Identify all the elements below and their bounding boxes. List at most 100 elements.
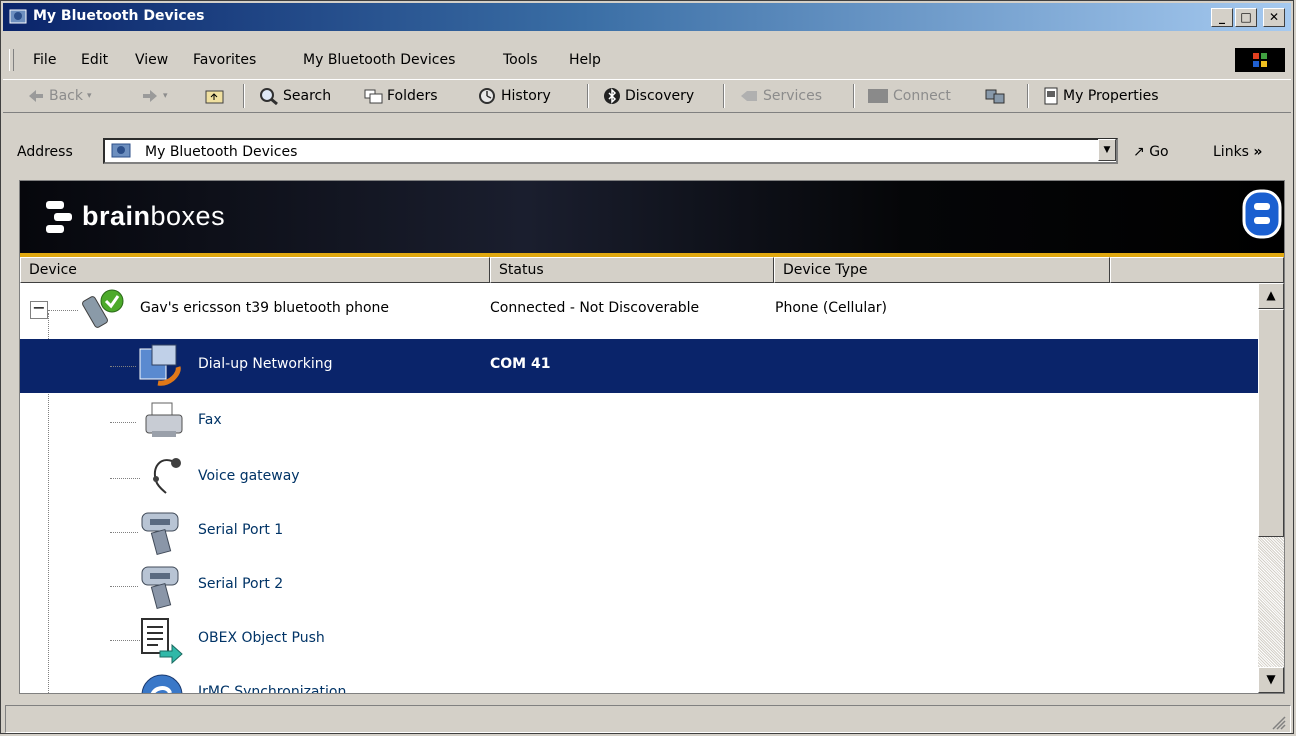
toolbar-separator [1027, 84, 1029, 108]
scroll-down-button[interactable]: ▼ [1258, 667, 1284, 693]
toolbar-separator [853, 84, 855, 108]
history-button[interactable]: History [477, 86, 551, 106]
menubar-grip[interactable] [9, 49, 14, 71]
forward-dropdown-icon[interactable]: ▾ [163, 91, 168, 101]
device-status: Connected - Not Discoverable [490, 300, 700, 316]
bluetooth-devices-icon [111, 143, 131, 158]
brainboxes-logo-mark-icon [46, 201, 72, 233]
close-button[interactable]: ✕ [1263, 8, 1285, 27]
go-button[interactable]: ↗ Go [1133, 144, 1169, 160]
content-pane: brainboxes Device Status Device Type − G… [19, 180, 1285, 694]
back-dropdown-icon[interactable]: ▾ [87, 91, 92, 101]
toolbar-separator [587, 84, 589, 108]
column-header-device[interactable]: Device [20, 257, 490, 283]
tree-line [110, 422, 136, 423]
brainboxes-banner: brainboxes [20, 181, 1284, 257]
title-bar[interactable]: My Bluetooth Devices _ □ ✕ [3, 3, 1291, 31]
serial-port-icon [141, 512, 179, 556]
headset-icon [153, 458, 181, 494]
address-dropdown-button[interactable]: ▼ [1098, 139, 1116, 161]
service-label: Dial-up Networking [198, 356, 333, 372]
connect-icon [868, 89, 888, 103]
fax-icon [145, 402, 183, 437]
toolbar-separator [723, 84, 725, 108]
tree-line [110, 586, 138, 587]
connect-button[interactable]: Connect [867, 86, 951, 106]
vertical-scrollbar[interactable]: ▲ ▼ [1258, 283, 1284, 693]
list-item[interactable]: Dial-up Networking COM 41 [20, 339, 1258, 393]
tree-line [110, 640, 140, 641]
standard-toolbar: Back ▾ ▾ Search Folders History Discover… [3, 79, 1291, 113]
service-label: Voice gateway [198, 468, 300, 484]
services-icon [741, 91, 757, 101]
column-header-row: Device Status Device Type [20, 257, 1284, 283]
device-type: Phone (Cellular) [775, 300, 888, 316]
resize-grip-icon[interactable] [1270, 714, 1286, 730]
menu-file[interactable]: File [33, 52, 56, 68]
list-item[interactable]: OBEX Object Push [20, 613, 1258, 667]
window-title: My Bluetooth Devices [33, 8, 205, 24]
bluetooth-devices-icon [9, 9, 27, 24]
menu-view[interactable]: View [135, 52, 168, 68]
address-bar: Address My Bluetooth Devices ▼ ↗ Go Link… [3, 135, 1291, 169]
address-input[interactable]: My Bluetooth Devices [103, 138, 1118, 164]
folders-button[interactable]: Folders [363, 86, 438, 106]
list-item[interactable]: − Gav's ericsson t39 bluetooth phone Con… [20, 283, 1258, 337]
explorer-window: My Bluetooth Devices _ □ ✕ File Edit Vie… [0, 0, 1294, 734]
back-button[interactable]: Back ▾ [27, 86, 92, 106]
column-header-empty [1110, 257, 1284, 283]
folders-icon [364, 89, 383, 104]
search-button[interactable]: Search [259, 86, 331, 106]
device-label: Gav's ericsson t39 bluetooth phone [140, 300, 389, 316]
tree-line [110, 532, 138, 533]
list-item[interactable]: Serial Port 2 [20, 559, 1258, 613]
tree-line [110, 478, 140, 479]
discovery-button[interactable]: Discovery [603, 86, 694, 106]
address-value: My Bluetooth Devices [145, 144, 298, 160]
scroll-up-button[interactable]: ▲ [1258, 283, 1284, 309]
forward-button[interactable]: ▾ [141, 86, 168, 106]
minimize-button[interactable]: _ [1211, 8, 1233, 27]
list-item[interactable]: Serial Port 1 [20, 505, 1258, 559]
windows-logo-icon [1235, 48, 1285, 72]
search-icon [260, 88, 278, 105]
scroll-thumb[interactable] [1258, 309, 1284, 537]
disconnect-button[interactable] [985, 86, 1005, 106]
menu-favorites[interactable]: Favorites [193, 52, 256, 68]
tree-line [48, 310, 78, 311]
address-label: Address [17, 144, 73, 160]
back-arrow-icon [29, 90, 43, 102]
device-tree-list: − Gav's ericsson t39 bluetooth phone Con… [20, 283, 1258, 694]
collapse-toggle[interactable]: − [30, 300, 48, 319]
obex-push-icon [141, 618, 183, 665]
bluetooth-discovery-icon [604, 88, 620, 104]
services-button[interactable]: Services [739, 86, 822, 106]
toolbar-separator [243, 84, 245, 108]
my-properties-button[interactable]: My Properties [1043, 86, 1159, 106]
menu-edit[interactable]: Edit [81, 52, 108, 68]
brainboxes-logo: brainboxes [82, 201, 226, 231]
properties-icon [1044, 87, 1058, 105]
sync-icon [141, 674, 183, 693]
menu-tools[interactable]: Tools [503, 52, 538, 68]
maximize-button[interactable]: □ [1235, 8, 1257, 27]
menu-help[interactable]: Help [569, 52, 601, 68]
up-folder-icon [205, 90, 224, 104]
menu-bar: File Edit View Favorites My Bluetooth De… [3, 45, 1291, 75]
column-header-device-type[interactable]: Device Type [774, 257, 1110, 283]
list-item[interactable]: Fax [20, 395, 1258, 449]
up-folder-button[interactable] [205, 86, 225, 106]
chevron-right-icon: » [1253, 144, 1263, 160]
menu-my-bluetooth-devices[interactable]: My Bluetooth Devices [303, 52, 455, 68]
status-bar [5, 705, 1291, 733]
history-icon [479, 88, 495, 104]
list-item[interactable]: Voice gateway [20, 451, 1258, 505]
network-disconnect-icon [985, 89, 1005, 104]
list-item[interactable]: IrMC Synchronization [20, 667, 1258, 694]
column-header-status[interactable]: Status [490, 257, 774, 283]
dialup-networking-icon [139, 344, 181, 386]
service-label: IrMC Synchronization [198, 684, 347, 694]
links-button[interactable]: Links » [1213, 144, 1262, 160]
service-label: OBEX Object Push [198, 630, 325, 646]
serial-port-icon [141, 566, 179, 610]
